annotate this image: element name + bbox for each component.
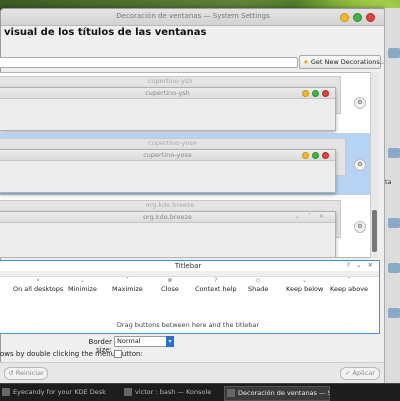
- browser-icon: [2, 388, 10, 396]
- keep-below-icon: ⌄: [302, 277, 308, 284]
- shade-icon: ◇: [255, 277, 261, 284]
- preview-titlebar: cupertino-yose: [0, 150, 335, 161]
- minimize-window-button[interactable]: [340, 13, 349, 22]
- titlebar-buttons-editor: Titlebar ? ⌄ ✕ ⚬ On all desktops ⌄ Minim…: [0, 260, 380, 334]
- get-new-decorations-button[interactable]: ★ Get New Decorations...: [299, 55, 386, 69]
- dialog-footer: ↺ Reiniciar ✓ Aplicar: [0, 362, 384, 383]
- taskbar-item-label: Decoración de ventanas — S: [238, 389, 330, 397]
- decoration-preview-active: cupertino-yose: [0, 149, 336, 193]
- configure-decoration-button[interactable]: ⚙: [354, 159, 366, 171]
- preview-titlebar: cupertino-ysh: [0, 88, 335, 99]
- help-icon: ?: [214, 277, 218, 284]
- decoration-list[interactable]: cupertino-ysh cupertino-ysh ⚙ cupertino-…: [0, 72, 372, 258]
- taskbar: Eyecandy for your KDE Desk victor : bash…: [0, 383, 400, 401]
- preview-buttons: [302, 90, 329, 97]
- decoration-item-selected[interactable]: cupertino-yose cupertino-yose ⚙: [0, 133, 371, 195]
- preview-close-icon: [322, 152, 329, 159]
- keep-above-icon: ˄: [347, 277, 351, 284]
- taskbar-item[interactable]: victor : bash — Konsole: [122, 386, 222, 399]
- window-title: Decoración de ventanas — System Settings: [116, 12, 270, 20]
- taskbar-item-active[interactable]: Decoración de ventanas — S: [224, 386, 330, 401]
- preview-active-title: cupertino-ysh: [145, 89, 190, 97]
- button-label: Context help: [195, 285, 237, 293]
- preview-titlebar: org.kde.breeze ⌄ ˄ ✕: [0, 212, 335, 223]
- window-controls: [340, 13, 375, 22]
- taskbar-item-label: victor : bash — Konsole: [135, 388, 212, 396]
- button-label: On all desktops: [13, 285, 64, 293]
- preview-active-title: org.kde.breeze: [143, 213, 192, 221]
- reset-label: Reiniciar: [15, 369, 44, 377]
- scrollbar-thumb[interactable]: [372, 210, 377, 252]
- button-keep-above[interactable]: ˄ Keep above: [330, 277, 368, 293]
- apply-label: Aplicar: [352, 369, 375, 377]
- list-scrollbar[interactable]: [370, 72, 378, 258]
- maximize-window-button[interactable]: [353, 13, 362, 22]
- button-close[interactable]: ⊗ Close: [161, 277, 179, 293]
- border-size-select[interactable]: Normal ▾: [114, 336, 174, 347]
- minimize-icon: ⌄: [79, 277, 85, 284]
- close-window-button[interactable]: [366, 13, 375, 22]
- editor-title: Titlebar: [174, 262, 202, 270]
- button-on-all-desktops[interactable]: ⚬ On all desktops: [13, 277, 63, 293]
- reset-button[interactable]: ↺ Reiniciar: [4, 367, 48, 380]
- button-keep-below[interactable]: ⌄ Keep below: [286, 277, 323, 293]
- button-label: Maximize: [112, 285, 143, 293]
- preview-minimize-icon: [302, 152, 309, 159]
- pin-icon: ⚬: [35, 277, 41, 284]
- close-icon: ⊗: [167, 277, 173, 284]
- terminal-icon: [124, 388, 132, 396]
- background-icon: [388, 48, 400, 58]
- available-buttons: ⚬ On all desktops ⌄ Minimize ˄ Maximize …: [0, 277, 379, 299]
- close-on-double-click-checkbox[interactable]: [114, 350, 122, 358]
- background-icon: [388, 148, 400, 158]
- star-icon: ★: [303, 58, 309, 66]
- preview-minimize-icon: [302, 90, 309, 97]
- background-icon: [388, 308, 400, 318]
- preview-buttons: [302, 152, 329, 159]
- maximize-icon: ˄: [125, 277, 129, 284]
- settings-icon: [227, 389, 235, 397]
- search-input[interactable]: [0, 57, 298, 68]
- preview-close-icon: [322, 90, 329, 97]
- button-label: Keep above: [330, 285, 369, 293]
- page-heading: visual de los títulos de las ventanas: [4, 27, 207, 38]
- window-titlebar[interactable]: Decoración de ventanas — System Settings: [1, 9, 385, 26]
- decoration-item[interactable]: cupertino-ysh cupertino-ysh ⚙: [0, 73, 371, 135]
- decoration-preview-active: cupertino-ysh: [0, 87, 336, 131]
- button-label: Close: [161, 285, 179, 293]
- apply-button[interactable]: ✓ Aplicar: [340, 367, 380, 380]
- background-window: ta: [384, 8, 400, 383]
- button-maximize[interactable]: ˄ Maximize: [112, 277, 143, 293]
- button-label: Minimize: [68, 285, 97, 293]
- background-icon: [388, 263, 400, 273]
- get-new-decorations-label: Get New Decorations...: [310, 58, 386, 66]
- background-window-text: ta: [385, 178, 392, 186]
- button-label: Shade: [248, 285, 269, 293]
- background-icon: [388, 218, 400, 228]
- button-context-help[interactable]: ? Context help: [195, 277, 237, 293]
- preview-breeze-buttons: ⌄ ˄ ✕: [295, 213, 327, 220]
- editor-window-controls[interactable]: ? ⌄ ✕: [347, 261, 375, 269]
- preview-maximize-icon: [312, 152, 319, 159]
- chevron-down-icon: ▾: [166, 336, 174, 347]
- preview-inactive-title: org.kde.breeze: [145, 201, 195, 209]
- taskbar-item[interactable]: Eyecandy for your KDE Desk: [0, 386, 118, 399]
- decoration-item[interactable]: org.kde.breeze org.kde.breeze ⌄ ˄ ✕ ⚙: [0, 197, 371, 257]
- configure-decoration-button[interactable]: ⚙: [354, 97, 366, 109]
- border-size-value: Normal: [117, 337, 141, 345]
- preview-active-title: cupertino-yose: [143, 151, 192, 159]
- preview-inactive-title: cupertino-ysh: [147, 77, 193, 85]
- button-minimize[interactable]: ⌄ Minimize: [68, 277, 97, 293]
- taskbar-item-label: Eyecandy for your KDE Desk: [13, 388, 106, 396]
- editor-hint: Drag buttons between here and the titleb…: [116, 321, 260, 329]
- button-label: Keep below: [286, 285, 324, 293]
- configure-decoration-button[interactable]: ⚙: [354, 221, 366, 233]
- decoration-preview-active: org.kde.breeze ⌄ ˄ ✕: [0, 211, 336, 257]
- preview-inactive-title: cupertino-yose: [148, 139, 197, 147]
- preview-maximize-icon: [312, 90, 319, 97]
- button-shade[interactable]: ◇ Shade: [248, 277, 268, 293]
